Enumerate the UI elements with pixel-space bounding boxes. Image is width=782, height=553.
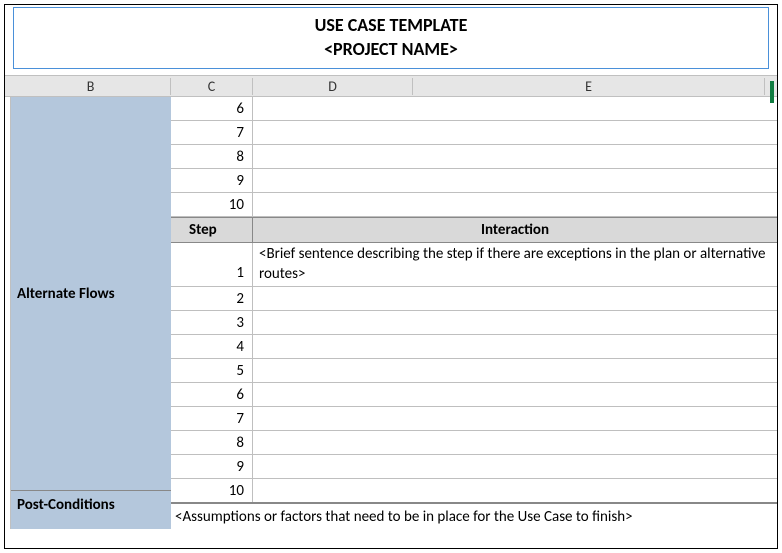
grid-body: Alternate Flows Post-Conditions 6 7 8 9 … [5,97,777,529]
title-box: USE CASE TEMPLATE <PROJECT NAME> [13,7,769,69]
alt-step-number: 8 [171,431,253,454]
alt-step-number: 10 [171,479,253,502]
alt-step-text [253,383,777,406]
alt-step-number: 5 [171,359,253,382]
step-text [253,193,777,216]
column-header-row: B C D E [5,75,777,97]
alt-row[interactable]: 3 [171,311,777,335]
title-line2: <PROJECT NAME> [14,38,768,60]
alt-row[interactable]: 2 [171,287,777,311]
post-conditions-text: <Assumptions or factors that need to be … [171,504,777,529]
step-row[interactable]: 8 [171,145,777,169]
alt-step-text [253,359,777,382]
alt-row[interactable]: 10 [171,479,777,503]
alt-step-number: 3 [171,311,253,334]
main-column: 6 7 8 9 10 Step Interaction 1 <Brief sen… [171,97,777,529]
column-header-e[interactable]: E [413,78,765,95]
step-row[interactable]: 9 [171,169,777,193]
post-conditions-row[interactable]: <Assumptions or factors that need to be … [171,503,777,529]
alt-row[interactable]: 6 [171,383,777,407]
step-number: 7 [171,121,253,144]
alt-step-number: 9 [171,455,253,478]
alt-step-text [253,455,777,478]
step-number: 10 [171,193,253,216]
alt-step-number: 4 [171,335,253,358]
alt-step-number: 6 [171,383,253,406]
side-label-post-conditions: Post-Conditions [11,491,171,519]
alt-row[interactable]: 1 <Brief sentence describing the step if… [171,243,777,287]
alt-row[interactable]: 7 [171,407,777,431]
alt-step-text [253,287,777,310]
header-interaction: Interaction [253,218,777,242]
selection-indicator [770,81,774,103]
step-row[interactable]: 10 [171,193,777,217]
step-number: 9 [171,169,253,192]
column-header-d[interactable]: D [253,78,413,95]
alt-step-number: 2 [171,287,253,310]
step-text [253,97,777,120]
alt-step-text [253,431,777,454]
step-number: 8 [171,145,253,168]
section-header-row: Step Interaction [171,217,777,243]
alt-step-text: <Brief sentence describing the step if t… [253,243,777,286]
alt-row[interactable]: 5 [171,359,777,383]
title-line1: USE CASE TEMPLATE [14,14,768,36]
alt-row[interactable]: 8 [171,431,777,455]
step-row[interactable]: 7 [171,121,777,145]
step-number: 6 [171,97,253,120]
spreadsheet-view: USE CASE TEMPLATE <PROJECT NAME> B C D E… [4,4,778,549]
step-row[interactable]: 6 [171,97,777,121]
side-label-alternate-flows: Alternate Flows [11,97,171,491]
step-text [253,145,777,168]
side-column: Alternate Flows Post-Conditions [11,97,171,529]
column-header-c[interactable]: C [171,78,253,95]
alt-row[interactable]: 4 [171,335,777,359]
step-text [253,121,777,144]
alt-step-text [253,335,777,358]
alt-step-number: 7 [171,407,253,430]
header-step: Step [171,218,253,242]
alt-step-number: 1 [171,243,253,286]
alt-step-text [253,407,777,430]
column-header-b[interactable]: B [11,78,171,95]
alt-step-text [253,479,777,502]
alt-step-text [253,311,777,334]
alt-row[interactable]: 9 [171,455,777,479]
step-text [253,169,777,192]
